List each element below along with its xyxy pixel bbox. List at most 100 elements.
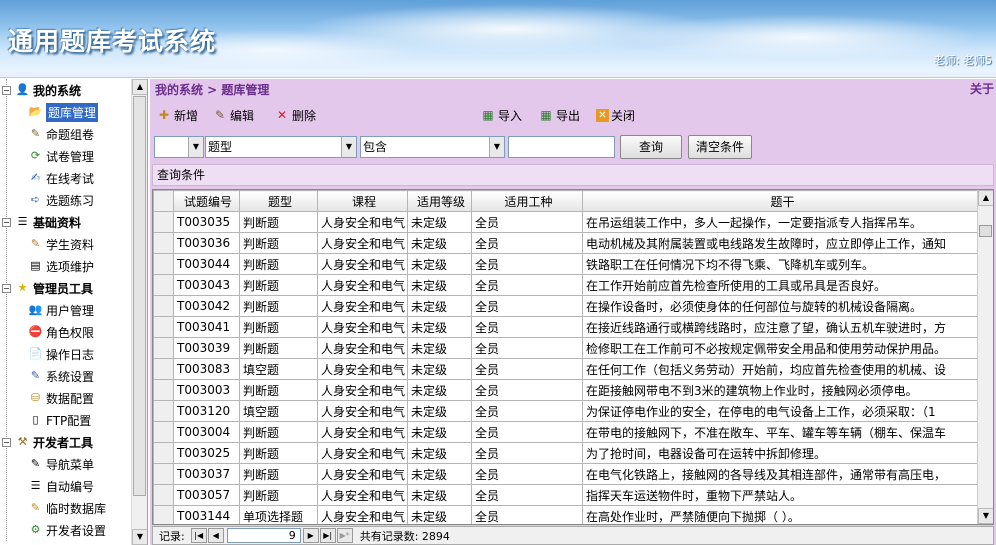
chevron-down-icon[interactable]: ▼	[489, 137, 504, 157]
tree-group-admin-tools[interactable]: − ★ 管理员工具	[0, 277, 131, 299]
table-row[interactable]: T003037 判断题 人身安全和电气 未定级 全员 在电气化铁路上，接触网的各导线及其相…	[153, 463, 980, 485]
delete-button[interactable]: ✕ 删除	[274, 104, 316, 126]
column-header[interactable]: 适用工种	[471, 190, 583, 212]
row-selector[interactable]	[153, 421, 174, 443]
sidebar-item-practice[interactable]: ➪ 选题练习	[0, 189, 131, 211]
collapse-icon[interactable]: −	[2, 437, 11, 447]
sidebar-item-compose-paper[interactable]: ✎ 命题组卷	[0, 123, 131, 145]
sidebar-item-options[interactable]: ▤ 选项维护	[0, 255, 131, 277]
scroll-down-icon[interactable]: ▼	[132, 529, 147, 545]
last-record-icon[interactable]: ▶|	[319, 528, 336, 543]
scroll-down-icon[interactable]: ▼	[978, 508, 993, 524]
row-selector[interactable]	[153, 337, 174, 359]
sidebar-item-temp-db[interactable]: ✎ 临时数据库	[0, 497, 131, 519]
table-row[interactable]: T003044 判断题 人身安全和电气 未定级 全员 铁路职工在任何情况下均不得飞乘、飞降…	[153, 253, 980, 275]
table-row[interactable]: T003003 判断题 人身安全和电气 未定级 全员 在距接触网带电不到3米的建筑物上作业…	[153, 379, 980, 401]
folder-open-icon: 📂	[28, 105, 43, 118]
query-button[interactable]: 查询	[620, 135, 682, 159]
table-row[interactable]: T003083 填空题 人身安全和电气 未定级 全员 在任何工作（包括义务劳动）开始前，均…	[153, 358, 980, 380]
sidebar-item-roles[interactable]: ⛔ 角色权限	[0, 321, 131, 343]
table-cell: 检修职工在工作前可不必按规定佩带安全用品和使用劳动保护用品。	[582, 337, 980, 359]
sidebar-scrollbar[interactable]: ▲ ▼	[131, 79, 147, 545]
next-record-icon[interactable]: ▶	[302, 528, 319, 543]
sidebar-item-logs[interactable]: 📄 操作日志	[0, 343, 131, 365]
sidebar-item-dev-settings[interactable]: ⚙ 开发者设置	[0, 519, 131, 541]
table-cell: 未定级	[407, 232, 472, 254]
field-select-1[interactable]: ▼	[154, 136, 204, 158]
row-selector[interactable]	[153, 379, 174, 401]
row-selector[interactable]	[153, 232, 174, 254]
table-cell: 判断题	[239, 379, 318, 401]
tree-group-basic-data[interactable]: − ☰ 基础资料	[0, 211, 131, 233]
new-record-icon[interactable]: ▶*	[336, 528, 353, 543]
scroll-up-icon[interactable]: ▲	[132, 79, 147, 95]
clear-conditions-button[interactable]: 清空条件	[688, 135, 752, 159]
sidebar-item-nav-menu[interactable]: ✎ 导航菜单	[0, 453, 131, 475]
sidebar-item-online-exam[interactable]: ✍ 在线考试	[0, 167, 131, 189]
scroll-thumb[interactable]	[979, 225, 992, 237]
edit-button[interactable]: ✎ 编辑	[212, 104, 254, 126]
row-selector[interactable]	[153, 358, 174, 380]
first-record-icon[interactable]: |◀	[190, 528, 207, 543]
table-row[interactable]: T003004 判断题 人身安全和电气 未定级 全员 在带电的接触网下，不准在敞车、平车、…	[153, 421, 980, 443]
sidebar-item-paper-management[interactable]: ⟳ 试卷管理	[0, 145, 131, 167]
table-row[interactable]: T003144 单项选择题 人身安全和电气 未定级 全员 在高处作业时，严禁随便向下抛掷（…	[153, 505, 980, 524]
collapse-icon[interactable]: −	[2, 283, 11, 293]
row-selector[interactable]	[153, 442, 174, 464]
table-cell: 全员	[471, 505, 583, 524]
table-row[interactable]: T003036 判断题 人身安全和电气 未定级 全员 电动机械及其附属装置或电线路发生故障…	[153, 232, 980, 254]
import-button[interactable]: ▦ 导入	[480, 104, 522, 126]
row-selector[interactable]	[153, 295, 174, 317]
table-row[interactable]: T003041 判断题 人身安全和电气 未定级 全员 在接近线路通行或横跨线路时，应注意了…	[153, 316, 980, 338]
grid-scrollbar[interactable]: ▲ ▼	[977, 190, 993, 524]
table-row[interactable]: T003039 判断题 人身安全和电气 未定级 全员 检修职工在工作前可不必按规定佩带安全…	[153, 337, 980, 359]
sidebar-item-question-bank[interactable]: 📂 题库管理	[0, 101, 131, 123]
column-header[interactable]: 课程	[317, 190, 408, 212]
row-selector[interactable]	[153, 274, 174, 296]
column-header[interactable]: 题干	[582, 190, 980, 212]
table-cell: 人身安全和电气	[317, 337, 408, 359]
chevron-down-icon[interactable]: ▼	[341, 137, 356, 157]
column-header[interactable]: 试题编号	[173, 190, 240, 212]
row-selector[interactable]	[153, 505, 174, 524]
sidebar-item-ftp-config[interactable]: ▯ FTP配置	[0, 409, 131, 431]
table-row[interactable]: T003043 判断题 人身安全和电气 未定级 全员 在工作开始前应首先检查所使用的工具或…	[153, 274, 980, 296]
row-selector[interactable]	[153, 484, 174, 506]
table-row[interactable]: T003025 判断题 人身安全和电气 未定级 全员 为了抢时间，电器设备可在运转中拆卸修…	[153, 442, 980, 464]
sidebar-item-data-config[interactable]: ⛁ 数据配置	[0, 387, 131, 409]
sidebar-item-system-settings[interactable]: ✎ 系统设置	[0, 365, 131, 387]
table-row[interactable]: T003120 填空题 人身安全和电气 未定级 全员 为保证停电作业的安全，在停电的电气设…	[153, 400, 980, 422]
tree-group-dev-tools[interactable]: − ⚒ 开发者工具	[0, 431, 131, 453]
table-row[interactable]: T003057 判断题 人身安全和电气 未定级 全员 指挥天车运送物件时，重物下严禁站人。	[153, 484, 980, 506]
row-selector[interactable]	[153, 316, 174, 338]
table-cell: T003037	[173, 463, 240, 485]
sidebar-item-students[interactable]: ✎ 学生资料	[0, 233, 131, 255]
row-selector[interactable]	[153, 463, 174, 485]
export-button[interactable]: ▦ 导出	[538, 104, 580, 126]
row-selector[interactable]	[153, 253, 174, 275]
table-row[interactable]: T003035 判断题 人身安全和电气 未定级 全员 在吊运组装工作中，多人一起操作，一定…	[153, 211, 980, 233]
prev-record-icon[interactable]: ◀	[207, 528, 224, 543]
tree-group-my-system[interactable]: − 👤 我的系统	[0, 79, 131, 101]
current-record-input[interactable]: 9	[226, 528, 301, 543]
add-button[interactable]: ✚ 新增	[156, 104, 198, 126]
scroll-up-icon[interactable]: ▲	[978, 190, 993, 206]
pen-icon: ✎	[30, 127, 41, 140]
collapse-icon[interactable]: −	[2, 85, 11, 95]
row-selector[interactable]	[153, 400, 174, 422]
close-button[interactable]: ✕ 关闭	[596, 104, 635, 126]
collapse-icon[interactable]: −	[2, 217, 11, 227]
scroll-thumb[interactable]	[133, 96, 146, 496]
keyword-input[interactable]	[508, 136, 615, 158]
operator-select[interactable]: 包含 ▼	[360, 136, 505, 158]
about-link[interactable]: 关于	[970, 80, 994, 97]
field-select-2[interactable]: 题型 ▼	[205, 136, 357, 158]
sidebar-item-auto-numbering[interactable]: ☰ 自动编号	[0, 475, 131, 497]
sidebar-item-users[interactable]: 👥 用户管理	[0, 299, 131, 321]
row-selector[interactable]	[153, 211, 174, 233]
column-header[interactable]: 适用等级	[407, 190, 472, 212]
menu-icon: ✎	[30, 457, 41, 470]
column-header[interactable]: 题型	[239, 190, 318, 212]
chevron-down-icon[interactable]: ▼	[188, 137, 203, 157]
table-row[interactable]: T003042 判断题 人身安全和电气 未定级 全员 在操作设备时，必须使身体的任何部位与…	[153, 295, 980, 317]
